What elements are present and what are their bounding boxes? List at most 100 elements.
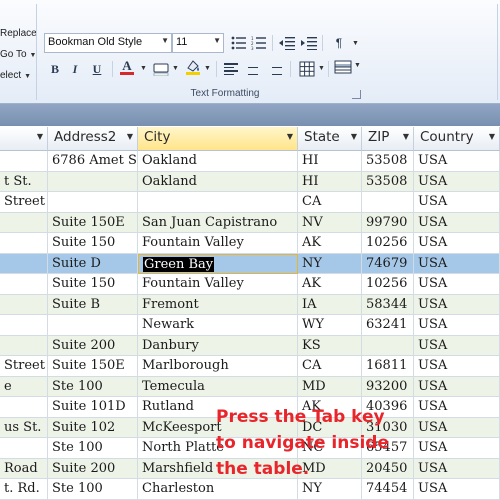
cell-country[interactable]: USA: [414, 294, 500, 315]
decrease-indent-icon[interactable]: [276, 34, 298, 52]
cell-city[interactable]: Charleston: [138, 479, 298, 500]
cell-country[interactable]: USA: [414, 315, 500, 336]
cell-state[interactable]: CA: [298, 192, 362, 213]
chevron-down-icon[interactable]: ▼: [403, 132, 409, 141]
cell-country[interactable]: USA: [414, 479, 500, 500]
chevron-down-icon[interactable]: ▼: [287, 132, 293, 141]
cell-address2[interactable]: Suite 102: [48, 417, 138, 438]
table-row[interactable]: Street Suite 150E Marlborough CA 16811 USA: [0, 356, 500, 377]
chevron-down-icon[interactable]: ▼: [352, 40, 359, 47]
cell-zip[interactable]: 53508: [362, 151, 414, 172]
cell-zip[interactable]: 63241: [362, 315, 414, 336]
cell-city[interactable]: Oakland: [138, 171, 298, 192]
cell-zip[interactable]: [362, 192, 414, 213]
cell-zip[interactable]: 58344: [362, 294, 414, 315]
cell-address2[interactable]: Suite 150: [48, 274, 138, 295]
chevron-down-icon[interactable]: ▼: [172, 65, 179, 72]
cell-address[interactable]: Street: [0, 192, 48, 213]
chevron-down-icon[interactable]: ▼: [213, 36, 221, 45]
cell-country[interactable]: USA: [414, 171, 500, 192]
cell-country[interactable]: USA: [414, 274, 500, 295]
cell-address[interactable]: t. Rd.: [0, 479, 48, 500]
cell-state[interactable]: CA: [298, 356, 362, 377]
chevron-down-icon[interactable]: ▼: [37, 132, 43, 141]
table-row[interactable]: 6786 Amet S Oakland HI 53508 USA: [0, 151, 500, 172]
cell-address[interactable]: us St.: [0, 417, 48, 438]
cell-state[interactable]: NY: [298, 479, 362, 500]
cell-address[interactable]: [0, 438, 48, 459]
chevron-down-icon[interactable]: ▼: [351, 132, 357, 141]
cell-state[interactable]: MD: [298, 376, 362, 397]
cell-state[interactable]: KS: [298, 335, 362, 356]
table-row[interactable]: Suite 200 Danbury KS USA: [0, 335, 500, 356]
cell-address[interactable]: Street: [0, 356, 48, 377]
cell-address2[interactable]: Suite 101D: [48, 397, 138, 418]
cell-zip[interactable]: 93200: [362, 376, 414, 397]
cell-address[interactable]: Road: [0, 458, 48, 479]
cell-address[interactable]: [0, 335, 48, 356]
column-header-city[interactable]: City ▼: [138, 127, 298, 151]
cell-address2[interactable]: Suite 200: [48, 335, 138, 356]
cell-address2[interactable]: Suite D: [48, 253, 138, 274]
cell-city[interactable]: [138, 192, 298, 213]
cell-country[interactable]: USA: [414, 376, 500, 397]
table-row[interactable]: Suite D Green Bay NY 74679 USA: [0, 253, 500, 274]
dialog-launcher-icon[interactable]: [352, 90, 361, 99]
column-header-address[interactable]: ▼: [0, 127, 48, 151]
alternate-row-color-icon[interactable]: [332, 58, 354, 76]
cell-zip[interactable]: 74454: [362, 479, 414, 500]
chevron-down-icon[interactable]: ▼: [140, 65, 147, 72]
cell-address[interactable]: [0, 294, 48, 315]
column-header-zip[interactable]: ZIP ▼: [362, 127, 414, 151]
cell-state[interactable]: IA: [298, 294, 362, 315]
cell-state[interactable]: HI: [298, 151, 362, 172]
cell-address[interactable]: [0, 315, 48, 336]
italic-button[interactable]: I: [64, 60, 86, 78]
goto-button[interactable]: Go To ▼: [0, 49, 36, 60]
cell-zip[interactable]: 16811: [362, 356, 414, 377]
align-left-icon[interactable]: [220, 60, 242, 78]
cell-address[interactable]: t St.: [0, 171, 48, 192]
cell-city[interactable]: Newark: [138, 315, 298, 336]
cell-city[interactable]: Oakland: [138, 151, 298, 172]
gridlines-icon[interactable]: [296, 60, 318, 78]
cell-country[interactable]: USA: [414, 233, 500, 254]
cell-zip[interactable]: 10256: [362, 274, 414, 295]
cell-address[interactable]: [0, 253, 48, 274]
cell-address[interactable]: [0, 151, 48, 172]
cell-address2[interactable]: Suite 150E: [48, 356, 138, 377]
table-row[interactable]: t. Rd. Ste 100 Charleston NY 74454 USA: [0, 479, 500, 500]
table-row[interactable]: Suite 150E San Juan Capistrano NV 99790 USA: [0, 212, 500, 233]
cell-state[interactable]: AK: [298, 274, 362, 295]
cell-country[interactable]: USA: [414, 253, 500, 274]
replace-button[interactable]: Replace: [0, 28, 37, 39]
table-row[interactable]: Street CA USA: [0, 192, 500, 213]
cell-country[interactable]: USA: [414, 192, 500, 213]
table-row[interactable]: Suite 150 Fountain Valley AK 10256 USA: [0, 233, 500, 254]
select-button[interactable]: elect ▼: [0, 70, 31, 81]
numbering-icon[interactable]: 123: [248, 34, 270, 52]
chevron-down-icon[interactable]: ▼: [489, 132, 495, 141]
cell-country[interactable]: USA: [414, 151, 500, 172]
cell-address2[interactable]: [48, 192, 138, 213]
paragraph-direction-icon[interactable]: ¶: [328, 34, 350, 52]
cell-address2[interactable]: Suite B: [48, 294, 138, 315]
table-row[interactable]: Suite 150 Fountain Valley AK 10256 USA: [0, 274, 500, 295]
cell-city[interactable]: Green Bay: [138, 253, 298, 274]
font-size-combo[interactable]: 11 ▼: [172, 33, 224, 53]
cell-city[interactable]: Danbury: [138, 335, 298, 356]
cell-address2[interactable]: [48, 171, 138, 192]
column-header-country[interactable]: Country ▼: [414, 127, 500, 151]
cell-address2[interactable]: Ste 100: [48, 438, 138, 459]
cell-city[interactable]: Fountain Valley: [138, 274, 298, 295]
cell-address2[interactable]: Ste 100: [48, 376, 138, 397]
cell-address[interactable]: [0, 274, 48, 295]
table-row[interactable]: t St. Oakland HI 53508 USA: [0, 171, 500, 192]
increase-indent-icon[interactable]: [298, 34, 320, 52]
column-header-address2[interactable]: Address2 ▼: [48, 127, 138, 151]
cell-address2[interactable]: 6786 Amet S: [48, 151, 138, 172]
highlight-color-icon[interactable]: [182, 58, 204, 76]
column-header-state[interactable]: State ▼: [298, 127, 362, 151]
table-row[interactable]: e Ste 100 Temecula MD 93200 USA: [0, 376, 500, 397]
chevron-down-icon[interactable]: ▼: [318, 65, 325, 72]
